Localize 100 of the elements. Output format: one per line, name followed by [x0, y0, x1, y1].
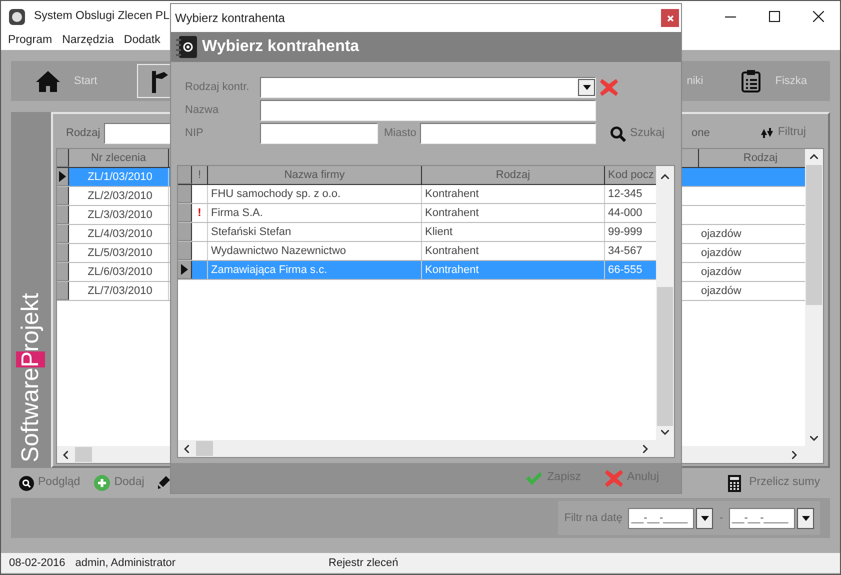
- row-selector[interactable]: [178, 261, 192, 279]
- maximize-icon: [768, 11, 780, 22]
- plus-icon: [94, 475, 110, 491]
- row-selector[interactable]: [57, 168, 69, 186]
- toolbar-button[interactable]: Fiszka: [730, 64, 818, 98]
- separator-text: -: [719, 510, 723, 526]
- name-field[interactable]: [260, 100, 596, 121]
- row-selector[interactable]: [57, 244, 69, 262]
- row-pointer-icon: [181, 264, 188, 275]
- row-selector[interactable]: [178, 223, 192, 241]
- column-header: Kod pocz: [607, 168, 655, 183]
- dialog-heading: Wybierz kontrahenta: [202, 37, 360, 57]
- dialog-title: Wybierz kontrahenta: [175, 10, 285, 27]
- scroll-up-icon[interactable]: [810, 154, 818, 159]
- scroll-right-icon[interactable]: [792, 450, 797, 458]
- menu-item[interactable]: Program: [8, 32, 52, 50]
- scroll-up-icon[interactable]: [661, 174, 669, 179]
- table-row[interactable]: FHU samochody sp. z o.o. Kontrahent 12-345: [178, 185, 656, 204]
- filter-label: Rodzaj: [66, 126, 100, 141]
- date-field[interactable]: __-__-____: [729, 508, 795, 528]
- field-label: NIP: [185, 126, 204, 142]
- table-cell: Kontrahent: [422, 185, 605, 203]
- scroll-left-icon[interactable]: [63, 450, 68, 458]
- caret-icon: [802, 516, 810, 520]
- close-icon: [666, 14, 674, 22]
- table-cell: ZL/7/03/2010: [69, 282, 169, 300]
- vertical-scrollbar[interactable]: [656, 166, 674, 440]
- row-selector[interactable]: [178, 204, 192, 222]
- address-book-icon: [176, 35, 198, 59]
- row-selector[interactable]: [57, 225, 69, 243]
- clear-icon: [600, 79, 618, 96]
- table-cell: Wydawnictwo Nazewnictwo: [208, 242, 422, 260]
- field-label: Nazwa: [185, 103, 220, 118]
- table-cell: ZL/1/03/2010: [69, 168, 169, 186]
- nip-field[interactable]: [260, 123, 378, 144]
- date-filter-label: Filtr na datę: [564, 510, 622, 526]
- type-combobox[interactable]: [260, 77, 596, 98]
- search-icon: [19, 476, 34, 490]
- brand-logo: SoftwareProjekt: [19, 292, 43, 462]
- toolbar-button[interactable]: niki: [686, 64, 714, 98]
- cancel-icon: [605, 470, 624, 486]
- status-user: admin, Administrator: [75, 556, 176, 571]
- scroll-thumb[interactable]: [806, 165, 822, 305]
- filter-button[interactable]: Filtruj: [760, 124, 806, 142]
- status-module: Rejestr zleceń: [328, 556, 398, 571]
- field-label: Miasto: [384, 126, 418, 142]
- search-button[interactable]: Szukaj: [610, 124, 665, 142]
- status-date: 08-02-2016: [9, 556, 66, 571]
- scroll-thumb[interactable]: [75, 447, 92, 462]
- toolbar-button[interactable]: Dodaj: [94, 474, 144, 492]
- column-header: Nazwa firmy: [208, 166, 422, 184]
- row-selector[interactable]: [57, 187, 69, 205]
- column-header: Nr zlecenia: [69, 149, 169, 167]
- close-icon: [812, 11, 824, 22]
- table-cell: ZL/5/03/2010: [69, 244, 169, 262]
- row-selector[interactable]: [178, 242, 192, 260]
- vertical-scrollbar[interactable]: [805, 149, 823, 446]
- table-cell: Kontrahent: [422, 204, 605, 222]
- city-field[interactable]: [420, 123, 596, 144]
- table-row[interactable]: Zamawiająca Firma s.c. Kontrahent 66-555: [178, 261, 656, 280]
- scroll-left-icon[interactable]: [184, 444, 189, 452]
- caret-icon: [582, 85, 590, 90]
- warning-mark: !: [192, 204, 208, 222]
- table-cell: ZL/3/03/2010: [69, 206, 169, 224]
- filter-option-text: one: [692, 126, 710, 141]
- table-cell: ZL/6/03/2010: [69, 263, 169, 281]
- column-header: Rodzaj: [422, 166, 605, 184]
- row-selector[interactable]: [178, 185, 192, 203]
- row-selector[interactable]: [57, 282, 69, 300]
- menu-item[interactable]: Dodatk: [124, 32, 160, 50]
- caret-icon: [700, 516, 709, 520]
- checkmark-icon: [525, 470, 544, 486]
- dropdown-button[interactable]: [797, 508, 814, 528]
- minimize-icon: [724, 16, 736, 18]
- calculator-icon: [728, 474, 742, 492]
- toolbar-button[interactable]: Podgląd: [19, 474, 80, 492]
- dropdown-button[interactable]: [696, 508, 714, 528]
- clipboard-icon: [741, 69, 762, 93]
- menu-item[interactable]: Narzędzia: [62, 32, 114, 50]
- scroll-down-icon[interactable]: [810, 436, 818, 441]
- recalculate-button[interactable]: Przelicz sumy: [728, 474, 820, 492]
- scroll-thumb[interactable]: [196, 441, 213, 456]
- horizontal-scrollbar[interactable]: [178, 440, 674, 457]
- column-header: !: [192, 166, 208, 184]
- row-selector[interactable]: [57, 263, 69, 281]
- table-cell: Kontrahent: [422, 261, 605, 279]
- app-icon: [8, 8, 26, 26]
- scroll-right-icon[interactable]: [643, 444, 648, 452]
- row-selector[interactable]: [57, 206, 69, 224]
- table-cell: Firma S.A.: [208, 204, 422, 222]
- scroll-down-icon[interactable]: [661, 430, 669, 435]
- date-field[interactable]: __-__-____: [628, 508, 694, 528]
- table-cell: FHU samochody sp. z o.o.: [208, 185, 422, 203]
- table-row[interactable]: ! Firma S.A. Kontrahent 44-000: [178, 204, 656, 223]
- field-label: Rodzaj kontr.: [185, 80, 250, 96]
- scroll-thumb[interactable]: [657, 287, 673, 426]
- toolbar-button[interactable]: Start: [25, 64, 108, 98]
- row-pointer-icon: [59, 171, 66, 182]
- table-row[interactable]: Stefański Stefan Klient 99-999: [178, 223, 656, 242]
- toolbar-button[interactable]: [158, 476, 170, 490]
